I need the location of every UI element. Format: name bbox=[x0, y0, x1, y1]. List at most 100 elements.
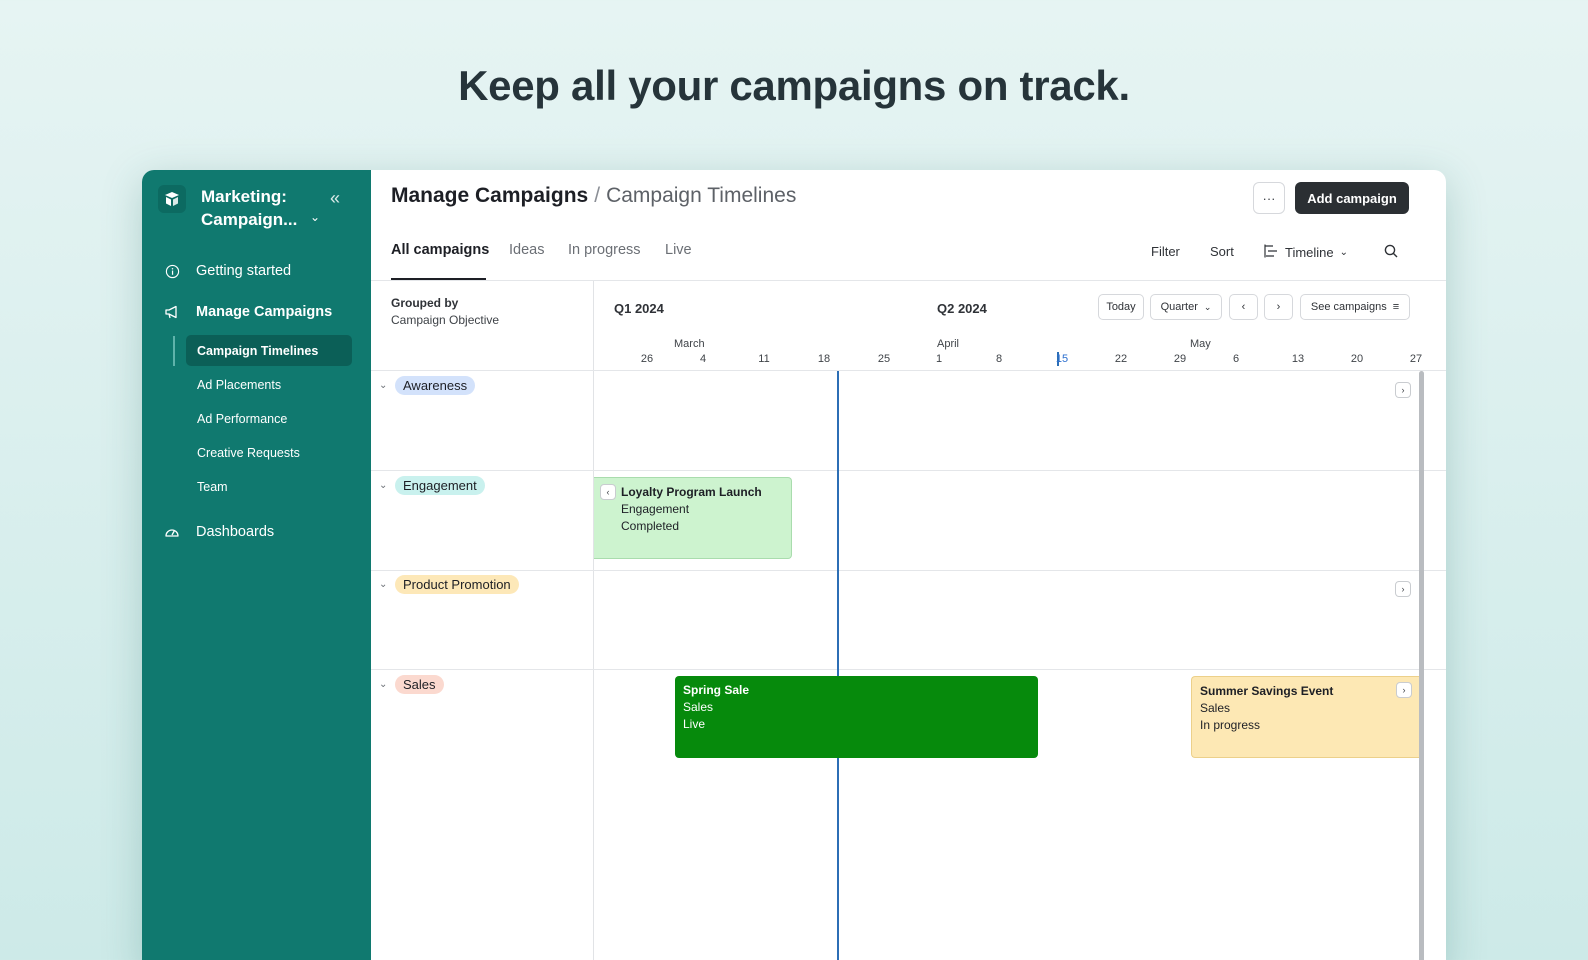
sort-button[interactable]: Sort bbox=[1210, 244, 1234, 259]
megaphone-icon bbox=[164, 304, 180, 320]
nav-dashboards[interactable]: Dashboards bbox=[164, 524, 274, 540]
group-label: Awareness bbox=[395, 376, 476, 395]
month-label-march: March bbox=[674, 338, 705, 350]
day-label: 25 bbox=[877, 353, 891, 365]
more-options-button[interactable]: ··· bbox=[1253, 182, 1285, 214]
nav-dashboards-label: Dashboards bbox=[196, 524, 275, 540]
chevron-down-icon[interactable]: ⌄ bbox=[379, 679, 389, 690]
nav-getting-started-label: Getting started bbox=[196, 263, 292, 279]
chevron-right-icon[interactable]: › bbox=[1395, 581, 1411, 597]
group-label: Sales bbox=[395, 675, 444, 694]
day-label-today: 15 bbox=[1055, 353, 1069, 365]
workspace-name-line1: Marketing: bbox=[201, 187, 287, 206]
campaign-bar-summer-savings-event[interactable]: › Summer Savings Event Sales In progress bbox=[1191, 676, 1419, 758]
range-select[interactable]: Quarter ⌄ bbox=[1150, 294, 1222, 320]
sidebar-item-creative-requests[interactable]: Creative Requests bbox=[186, 437, 352, 468]
view-switcher-button[interactable]: Timeline ⌄ bbox=[1264, 244, 1348, 261]
group-label: Product Promotion bbox=[395, 575, 519, 594]
breadcrumb-manage-campaigns[interactable]: Manage Campaigns bbox=[391, 184, 588, 207]
list-icon: ≡ bbox=[1392, 301, 1400, 313]
workspace-chevron-down-icon[interactable]: ⌄ bbox=[310, 210, 320, 224]
breadcrumb-separator: / bbox=[594, 184, 601, 207]
quarter-label-q2: Q2 2024 bbox=[937, 301, 987, 316]
next-period-button[interactable]: › bbox=[1264, 294, 1293, 320]
nav-manage-campaigns[interactable]: Manage Campaigns bbox=[164, 304, 332, 320]
range-select-value: Quarter bbox=[1160, 301, 1198, 313]
timeline-header-divider bbox=[371, 370, 1446, 371]
grouped-by-value[interactable]: Campaign Objective bbox=[391, 313, 499, 327]
tab-ideas[interactable]: Ideas bbox=[509, 242, 544, 258]
row-divider bbox=[371, 669, 1446, 670]
today-button[interactable]: Today bbox=[1098, 294, 1144, 320]
view-label: Timeline bbox=[1285, 245, 1334, 260]
day-label: 20 bbox=[1350, 353, 1364, 365]
sidebar-item-team[interactable]: Team bbox=[186, 471, 352, 502]
nav-manage-campaigns-label: Manage Campaigns bbox=[196, 304, 333, 320]
group-product-promotion[interactable]: ⌄ Product Promotion bbox=[379, 575, 519, 594]
tab-all-campaigns[interactable]: All campaigns bbox=[391, 242, 489, 258]
month-label-april: April bbox=[937, 338, 960, 350]
campaign-status: Live bbox=[683, 717, 706, 731]
campaign-objective: Engagement bbox=[621, 502, 690, 516]
group-awareness[interactable]: ⌄ Awareness bbox=[379, 376, 476, 395]
filter-label: Filter bbox=[1151, 244, 1180, 259]
chevron-right-icon[interactable]: › bbox=[1395, 382, 1411, 398]
gauge-icon bbox=[164, 524, 180, 540]
see-campaigns-button[interactable]: See campaigns ≡ bbox=[1300, 294, 1410, 320]
sidebar-item-label: Ad Placements bbox=[197, 377, 282, 392]
day-label: 26 bbox=[640, 353, 654, 365]
day-label: 29 bbox=[1173, 353, 1187, 365]
chevron-down-icon[interactable]: ⌄ bbox=[379, 380, 389, 391]
vertical-scrollbar[interactable] bbox=[1419, 371, 1424, 960]
search-icon[interactable] bbox=[1384, 244, 1398, 258]
sidebar-item-label: Team bbox=[197, 479, 228, 494]
workspace-name-line2: Campaign... bbox=[201, 210, 298, 229]
day-label: 4 bbox=[699, 353, 707, 365]
chevron-right-icon: › bbox=[1276, 301, 1281, 313]
campaign-bar-loyalty-program-launch[interactable]: ‹ Loyalty Program Launch Engagement Comp… bbox=[594, 477, 792, 559]
day-label: 18 bbox=[817, 353, 831, 365]
day-label: 27 bbox=[1409, 353, 1423, 365]
breadcrumb: Manage Campaigns / Campaign Timelines bbox=[391, 184, 796, 208]
chevron-down-icon: ⌄ bbox=[1339, 247, 1349, 258]
sub-nav-indicator bbox=[173, 336, 175, 366]
sidebar-item-label: Campaign Timelines bbox=[197, 343, 319, 358]
nav-getting-started[interactable]: Getting started bbox=[164, 263, 291, 279]
sidebar-item-ad-placements[interactable]: Ad Placements bbox=[186, 369, 352, 400]
timeline-icon bbox=[1264, 244, 1279, 261]
workspace-title[interactable]: Marketing: Campaign... bbox=[201, 185, 321, 231]
app-window: Marketing: Campaign... ⌄ « Getting start… bbox=[142, 170, 1446, 960]
sidebar: Marketing: Campaign... ⌄ « Getting start… bbox=[142, 170, 371, 960]
campaign-bar-spring-sale[interactable]: Spring Sale Sales Live bbox=[675, 676, 1038, 758]
day-label: 8 bbox=[995, 353, 1003, 365]
chevron-down-icon[interactable]: ⌄ bbox=[379, 579, 389, 590]
sidebar-item-ad-performance[interactable]: Ad Performance bbox=[186, 403, 352, 434]
tab-in-progress[interactable]: In progress bbox=[568, 242, 641, 258]
chevron-down-icon: ⌄ bbox=[1203, 301, 1212, 312]
previous-period-button[interactable]: ‹ bbox=[1229, 294, 1258, 320]
campaign-status: In progress bbox=[1200, 718, 1261, 732]
hero-headline: Keep all your campaigns on track. bbox=[458, 62, 1130, 109]
workspace-logo-icon[interactable] bbox=[158, 185, 186, 213]
filter-button[interactable]: Filter bbox=[1151, 244, 1180, 259]
grouped-by-label: Grouped by bbox=[391, 296, 459, 310]
row-divider bbox=[371, 570, 1446, 571]
breadcrumb-campaign-timelines: Campaign Timelines bbox=[606, 184, 797, 207]
month-label-may: May bbox=[1190, 338, 1211, 350]
quarter-label-q1: Q1 2024 bbox=[614, 301, 664, 316]
collapse-sidebar-icon[interactable]: « bbox=[330, 188, 340, 209]
chevron-down-icon[interactable]: ⌄ bbox=[379, 480, 389, 491]
group-sales[interactable]: ⌄ Sales bbox=[379, 675, 444, 694]
day-label: 11 bbox=[758, 353, 770, 365]
campaign-status: Completed bbox=[621, 519, 680, 533]
day-label: 6 bbox=[1232, 353, 1240, 365]
campaign-title: Spring Sale bbox=[683, 683, 750, 697]
chevron-left-icon[interactable]: ‹ bbox=[600, 484, 616, 500]
chevron-right-icon[interactable]: › bbox=[1396, 682, 1412, 698]
day-label: 1 bbox=[935, 353, 943, 365]
tab-live[interactable]: Live bbox=[665, 242, 692, 258]
add-campaign-button[interactable]: Add campaign bbox=[1295, 182, 1409, 214]
sidebar-item-campaign-timelines[interactable]: Campaign Timelines bbox=[186, 335, 352, 366]
day-label: 22 bbox=[1114, 353, 1128, 365]
group-engagement[interactable]: ⌄ Engagement bbox=[379, 476, 485, 495]
